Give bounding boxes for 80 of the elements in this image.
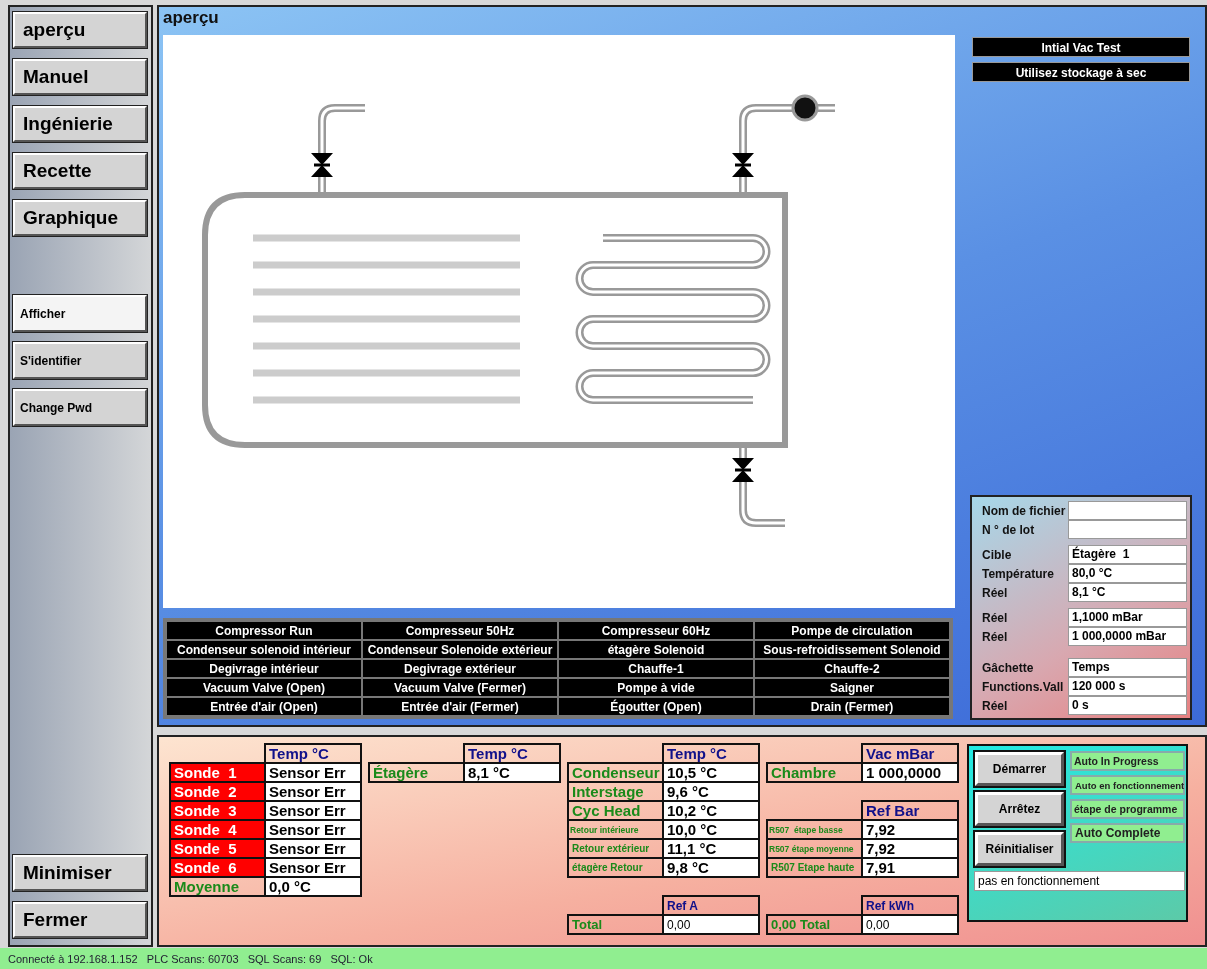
value-cell: 9,8 °C <box>662 857 760 878</box>
value-cell: 8,1 °C <box>463 762 561 783</box>
value-cell: 1 000,0000 <box>861 762 959 783</box>
output-cell: Saigner <box>754 678 950 697</box>
value-cell: 0,0 °C <box>264 876 362 897</box>
value-field: Étagère 1 <box>1068 545 1187 564</box>
field-label: Température <box>982 566 1055 581</box>
field-label: Gâchette <box>982 660 1035 675</box>
output-cell: Vacuum Valve (Open) <box>166 678 362 697</box>
value-field: 1 000,0000 mBar <box>1068 627 1187 646</box>
status-bar: Connecté à 192.168.1.152 PLC Scans: 60703 SQL Scans: 69 SQL: Ok <box>0 948 1207 969</box>
field-label: Réel <box>982 610 1009 625</box>
value-cell: 11,1 °C <box>662 838 760 859</box>
panel-title: aperçu <box>163 7 219 28</box>
output-cell: Drain (Fermer) <box>754 697 950 716</box>
field-label: Réel <box>982 629 1009 644</box>
status-indicator: Auto In Progress <box>1070 751 1185 771</box>
nav-button[interactable]: Recette <box>13 153 147 189</box>
value-cell: 0,00 <box>861 914 959 935</box>
value-cell: 10,2 °C <box>662 800 760 821</box>
value-field: Temps <box>1068 658 1187 677</box>
output-cell: Pompe à vide <box>558 678 754 697</box>
window-button[interactable]: Minimiser <box>13 855 147 891</box>
sidebar-button[interactable]: Change Pwd <box>13 389 147 426</box>
value-cell: Sensor Err <box>264 838 362 859</box>
output-cell: Degivrage intérieur <box>166 659 362 678</box>
nav-button[interactable]: Graphique <box>13 200 147 236</box>
value-field: 0 s <box>1068 696 1187 715</box>
sidebar-button[interactable]: S'identifier <box>13 342 147 379</box>
value-cell: Sensor Err <box>264 800 362 821</box>
output-cell: Compresseur 60Hz <box>558 621 754 640</box>
field-label: Nom de fichier <box>982 503 1067 518</box>
field-label: N ° de lot <box>982 522 1036 537</box>
output-cell: Sous-refroidissement Solenoid <box>754 640 950 659</box>
output-cell: Compresseur 50Hz <box>362 621 558 640</box>
field-label: Réel <box>982 585 1009 600</box>
output-cell: Degivrage extérieur <box>362 659 558 678</box>
output-cell: Chauffe-1 <box>558 659 754 678</box>
sidebar-button[interactable]: Afficher <box>13 295 147 332</box>
output-cell: Pompe de circulation <box>754 621 950 640</box>
output-cell: Égoutter (Open) <box>558 697 754 716</box>
value-field: 8,1 °C <box>1068 583 1187 602</box>
value-field: 80,0 °C <box>1068 564 1187 583</box>
output-cell: Compressor Run <box>166 621 362 640</box>
status-indicator: étape de programme <box>1070 799 1185 819</box>
status-indicator: Auto Complete <box>1070 823 1185 843</box>
control-button[interactable]: Réinitialiser <box>975 832 1064 866</box>
value-cell: Sensor Err <box>264 819 362 840</box>
message-field: pas en fonctionnement <box>974 871 1185 891</box>
nav-button[interactable]: aperçu <box>13 12 147 48</box>
status-indicator: Auto en fonctionnement <box>1070 775 1185 795</box>
status-banner: Utilisez stockage à sec <box>972 62 1190 82</box>
value-cell: 0,00 <box>662 914 760 935</box>
output-cell: Chauffe-2 <box>754 659 950 678</box>
value-cell: Sensor Err <box>264 781 362 802</box>
value-cell: 7,92 <box>861 838 959 859</box>
nav-button[interactable]: Manuel <box>13 59 147 95</box>
value-field: 120 000 s <box>1068 677 1187 696</box>
control-button[interactable]: Démarrer <box>975 752 1064 786</box>
field-label: Functions.Vall <box>982 679 1065 694</box>
control-button[interactable]: Arrêtez <box>975 792 1064 826</box>
value-cell: 7,92 <box>861 819 959 840</box>
value-cell: Sensor Err <box>264 762 362 783</box>
output-cell: Vacuum Valve (Fermer) <box>362 678 558 697</box>
output-cell: Entrée d'air (Fermer) <box>362 697 558 716</box>
value-cell: 10,0 °C <box>662 819 760 840</box>
status-banner: Intial Vac Test <box>972 37 1190 57</box>
field-label: Cible <box>982 547 1013 562</box>
output-cell: étagère Solenoid <box>558 640 754 659</box>
output-cell: Condenseur Solenoide extérieur <box>362 640 558 659</box>
output-cell: Condenseur solenoid intérieur <box>166 640 362 659</box>
output-cell: Entrée d'air (Open) <box>166 697 362 716</box>
value-cell: Sensor Err <box>264 857 362 878</box>
window-button[interactable]: Fermer <box>13 902 147 938</box>
value-cell: 7,91 <box>861 857 959 878</box>
value-cell: 10,5 °C <box>662 762 760 783</box>
value-cell: 9,6 °C <box>662 781 760 802</box>
field-label: Réel <box>982 698 1009 713</box>
value-field: 1,1000 mBar <box>1068 608 1187 627</box>
nav-button[interactable]: Ingénierie <box>13 106 147 142</box>
